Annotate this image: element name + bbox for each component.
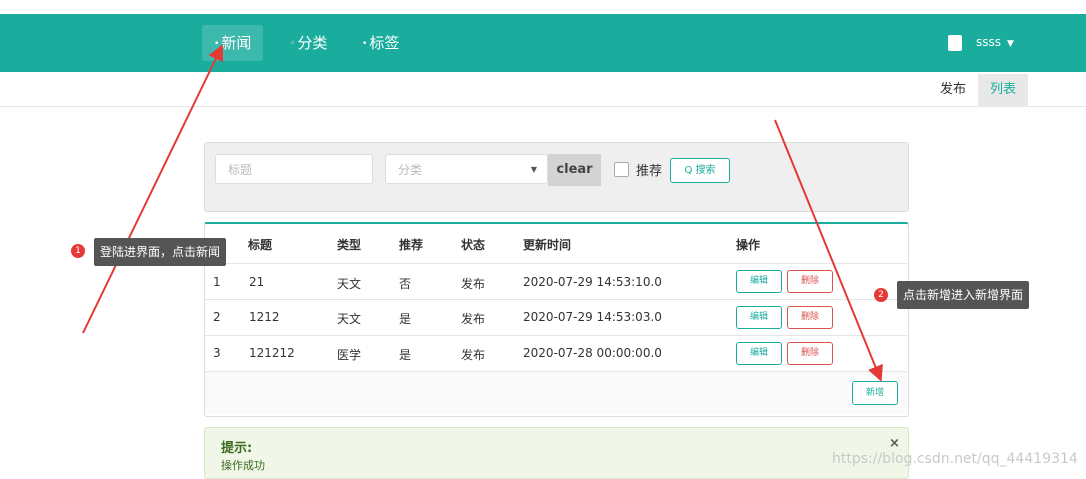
- annotation-arrow-2: [774, 119, 883, 382]
- annotation-badge: 1: [71, 244, 85, 258]
- annotation-arrow-1: [82, 44, 223, 334]
- annotation-callout: 点击新增进入新增界面: [897, 281, 1030, 309]
- annotation-badge: 2: [874, 288, 888, 302]
- annotation-callout: 登陆进界面，点击新闻: [94, 238, 227, 266]
- watermark: https://blog.csdn.net/qq_44419314: [832, 451, 1078, 467]
